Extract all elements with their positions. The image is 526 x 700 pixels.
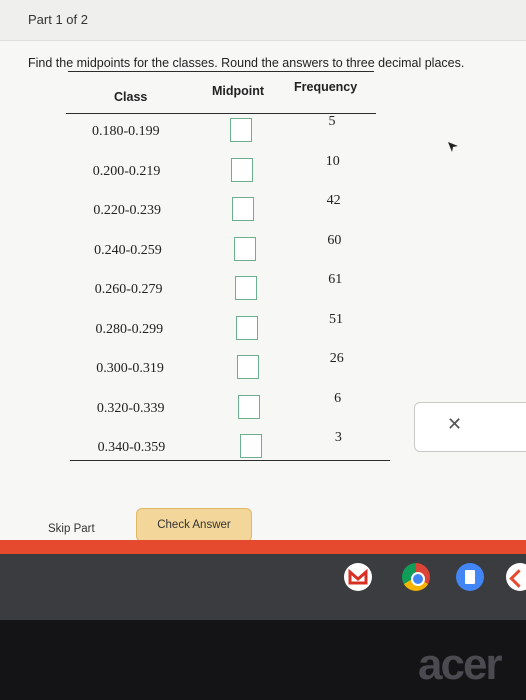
class-cell: 0.220-0.239 <box>93 203 162 218</box>
midpoint-input[interactable] <box>238 394 261 419</box>
class-cell: 0.240-0.259 <box>94 242 162 258</box>
frequency-cell: 5 <box>328 114 336 129</box>
midpoint-input[interactable] <box>231 157 254 182</box>
frequency-cell: 60 <box>327 232 342 248</box>
close-icon[interactable]: ✕ <box>447 414 462 435</box>
frequency-cell: 3 <box>334 430 342 445</box>
red-bar <box>0 540 526 554</box>
check-answer-label: Check Answer <box>157 519 231 531</box>
midpoint-input[interactable] <box>234 276 257 300</box>
header-class: Class <box>114 90 148 104</box>
instructions: Find the midpoints for the classes. Roun… <box>28 56 465 70</box>
midpoint-input[interactable] <box>239 434 262 458</box>
class-cell: 0.320-0.339 <box>96 400 165 416</box>
header-midpoint: Midpoint <box>212 84 265 98</box>
midpoint-input[interactable] <box>232 197 255 221</box>
taskbar <box>0 554 526 620</box>
class-cell: 0.340-0.359 <box>97 440 166 455</box>
frequency-cell: 26 <box>329 351 344 366</box>
midpoint-input[interactable] <box>233 236 256 261</box>
table-top-rule <box>68 71 374 72</box>
midpoint-input[interactable] <box>230 118 252 142</box>
frequency-cell: 51 <box>329 311 343 327</box>
midpoint-input[interactable] <box>237 355 260 379</box>
mouse-cursor-icon <box>448 142 458 152</box>
frequency-cell: 42 <box>326 193 341 208</box>
part-header: Part 1 of 2 <box>0 0 526 41</box>
brand-logo: acer <box>418 640 503 689</box>
midpoint-input[interactable] <box>236 315 258 340</box>
part-label: Part 1 of 2 <box>28 12 88 27</box>
class-cell: 0.260-0.279 <box>94 282 163 297</box>
class-cell: 0.300-0.319 <box>96 361 164 376</box>
class-cell: 0.180-0.199 <box>92 124 160 139</box>
browser-screen: Part 1 of 2 Find the midpoints for the c… <box>0 0 526 560</box>
frequency-cell: 10 <box>325 153 340 169</box>
gmail-icon[interactable] <box>344 563 372 591</box>
frequency-cell: 61 <box>328 272 343 287</box>
frequency-cell: 6 <box>334 390 342 406</box>
app-icon[interactable] <box>506 563 526 591</box>
side-panel <box>414 402 526 452</box>
chrome-icon[interactable] <box>402 563 430 591</box>
class-cell: 0.200-0.219 <box>92 163 161 179</box>
table-bottom-rule <box>70 460 390 461</box>
header-frequency: Frequency <box>294 80 358 94</box>
skip-part-button[interactable]: Skip Part <box>48 523 95 535</box>
check-answer-button[interactable]: Check Answer <box>136 508 252 542</box>
docs-icon[interactable] <box>456 563 484 591</box>
class-cell: 0.280-0.299 <box>95 321 164 337</box>
